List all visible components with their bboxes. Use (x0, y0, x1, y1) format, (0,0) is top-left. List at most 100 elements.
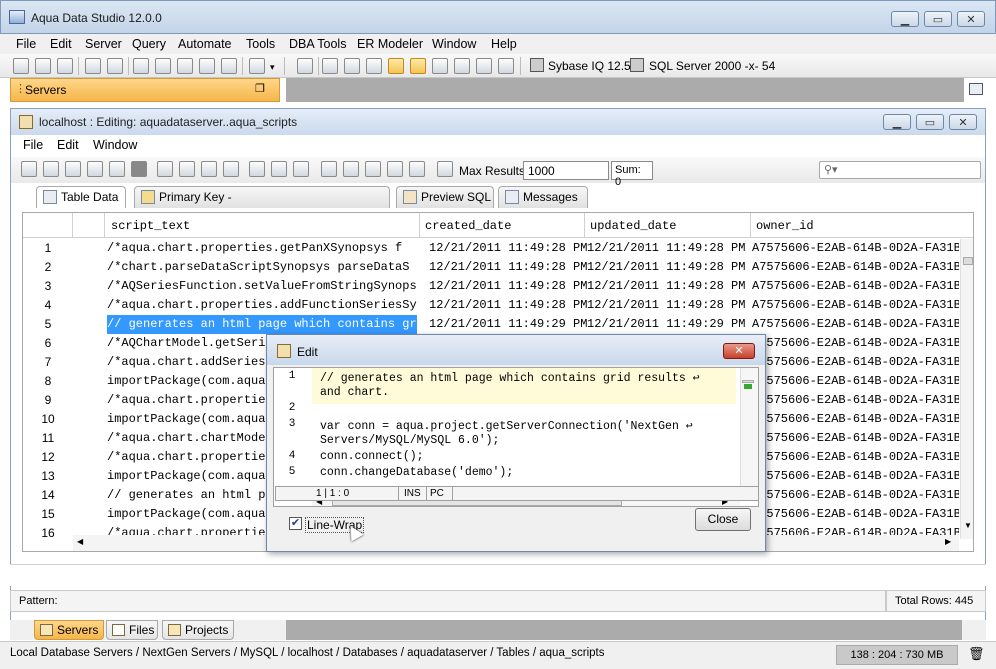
calendar-icon[interactable] (498, 58, 514, 74)
column-header-script-text[interactable]: script_text (111, 219, 190, 233)
tab-files[interactable]: Files (106, 620, 158, 640)
code-line[interactable]: Servers/MySQL/MySQL 6.0'); (320, 434, 499, 447)
query-window-icon[interactable] (85, 58, 101, 74)
connect-icon[interactable] (57, 58, 73, 74)
save-icon[interactable] (109, 161, 125, 177)
scroll-down-icon[interactable]: ▼ (964, 521, 972, 530)
cell-updated-date[interactable]: 12/21/2011 11:49:29 PM (587, 315, 750, 334)
cell-updated-date[interactable]: 12/21/2011 11:49:28 PM (587, 296, 750, 315)
cell-owner-id[interactable]: A7575606-E2AB-614B-0D2A-FA31B (752, 486, 959, 505)
column-header-created-date[interactable]: created_date (425, 219, 511, 233)
editor-scroll-thumb[interactable] (742, 380, 754, 383)
child-menu-window[interactable]: Window (93, 138, 137, 152)
chart-icon[interactable] (476, 58, 492, 74)
child-minimize-button[interactable]: ▁ (883, 114, 911, 130)
export-icon[interactable] (221, 58, 237, 74)
cell-script-text[interactable]: /*AQSeriesFunction.setValueFromStringSyn… (107, 277, 417, 296)
cell-owner-id[interactable]: A7575606-E2AB-614B-0D2A-FA31B (752, 410, 959, 429)
row-number[interactable]: 13 (23, 467, 73, 486)
row-number[interactable]: 16 (23, 524, 73, 543)
refresh-icon[interactable] (21, 161, 37, 177)
recent-db-2[interactable]: SQL Server 2000 -x- 54 (649, 59, 775, 73)
row-number[interactable]: 3 (23, 277, 73, 296)
cell-created-date[interactable]: 12/21/2011 11:49:28 PM (429, 296, 587, 315)
code-line[interactable]: var conn = aqua.project.getServerConnect… (320, 418, 693, 433)
row-number[interactable]: 5 (23, 315, 73, 334)
cell-owner-id[interactable]: A7575606-E2AB-614B-0D2A-FA31B (752, 239, 959, 258)
side-panel-icon[interactable] (966, 80, 986, 98)
layout-table-icon[interactable] (388, 58, 404, 74)
editor-vertical-scrollbar[interactable]: ▼ (740, 368, 758, 496)
close-button[interactable]: Close (695, 508, 751, 531)
memory-indicator[interactable]: 138 : 204 : 730 MB (836, 645, 958, 665)
tab-messages[interactable]: Messages (498, 186, 588, 208)
edit-row-icon[interactable] (223, 161, 239, 177)
cascade-icon[interactable] (366, 58, 382, 74)
minimize-button[interactable]: ▁ (891, 11, 919, 27)
cell-owner-id[interactable]: A7575606-E2AB-614B-0D2A-FA31B (752, 334, 959, 353)
cell-created-date[interactable]: 12/21/2011 11:49:29 PM (429, 315, 587, 334)
er-diagram-icon[interactable] (177, 58, 193, 74)
row-number[interactable]: 10 (23, 410, 73, 429)
vertical-scrollbar[interactable]: ▼ (960, 239, 973, 539)
properties-icon[interactable] (387, 161, 403, 177)
tab-preview-sql[interactable]: Preview SQL (396, 186, 494, 208)
cell-created-date[interactable]: 12/21/2011 11:49:28 PM (429, 258, 587, 277)
cell-owner-id[interactable]: A7575606-E2AB-614B-0D2A-FA31B (752, 391, 959, 410)
row-number[interactable]: 4 (23, 296, 73, 315)
restore-panel-icon[interactable]: ❐ (255, 82, 265, 95)
rollback-icon[interactable] (271, 161, 287, 177)
cell-owner-id[interactable]: A7575606-E2AB-614B-0D2A-FA31B (752, 467, 959, 486)
cell-owner-id[interactable]: A7575606-E2AB-614B-0D2A-FA31B (752, 315, 959, 334)
trash-icon[interactable]: 🗑 (968, 646, 985, 662)
stop-icon[interactable] (131, 161, 147, 177)
cell-owner-id[interactable]: A7575606-E2AB-614B-0D2A-FA31B (752, 448, 959, 467)
cell-script-text[interactable]: // generates an html page which contains… (107, 315, 417, 334)
menu-er-modeler[interactable]: ER Modeler (357, 34, 423, 54)
sort-icon[interactable] (343, 161, 359, 177)
cell-owner-id[interactable]: A7575606-E2AB-614B-0D2A-FA31B (752, 353, 959, 372)
code-line[interactable]: // generates an html page which contains… (320, 370, 700, 385)
close-button[interactable]: ✕ (957, 11, 985, 27)
compare-icon[interactable] (155, 58, 171, 74)
search-grid-icon[interactable] (365, 161, 381, 177)
layout-split-icon[interactable] (410, 58, 426, 74)
cell-owner-id[interactable]: A7575606-E2AB-614B-0D2A-FA31B (752, 277, 959, 296)
cell-created-date[interactable]: 12/21/2011 11:49:28 PM (429, 239, 587, 258)
table-row[interactable]: 5 // generates an html page which contain… (23, 315, 973, 334)
row-number[interactable]: 9 (23, 391, 73, 410)
code-line[interactable]: conn.changeDatabase('demo'); (320, 466, 513, 479)
tab-projects[interactable]: Projects (162, 620, 234, 640)
menu-file[interactable]: File (16, 34, 36, 54)
table-row[interactable]: 3 /*AQSeriesFunction.setValueFromStringSy… (23, 277, 973, 296)
table-row[interactable]: 2 /*chart.parseDataScriptSynopsys parseDa… (23, 258, 973, 277)
copy-icon[interactable] (321, 161, 337, 177)
scroll-right-icon[interactable]: ▶ (945, 537, 951, 546)
max-results-input[interactable]: 1000 (523, 161, 609, 180)
tab-servers[interactable]: Servers (34, 620, 104, 640)
menu-tools[interactable]: Tools (246, 34, 275, 54)
row-number[interactable]: 7 (23, 353, 73, 372)
menu-automate[interactable]: Automate (178, 34, 232, 54)
script-icon[interactable] (297, 58, 313, 74)
cell-script-text[interactable]: /*aqua.chart.properties.getPanXSynopsys … (107, 239, 417, 258)
linewrap-checkbox[interactable]: ✔ (289, 517, 302, 530)
tile-icon[interactable] (344, 58, 360, 74)
row-number[interactable]: 6 (23, 334, 73, 353)
menu-query[interactable]: Query (132, 34, 166, 54)
row-number[interactable]: 1 (23, 239, 73, 258)
menu-dba-tools[interactable]: DBA Tools (289, 34, 346, 54)
scroll-left-icon[interactable]: ◀ (77, 537, 83, 546)
tab-table-data[interactable]: Table Data (36, 186, 126, 208)
code-line[interactable]: conn.connect(); (320, 450, 424, 463)
cell-updated-date[interactable]: 12/21/2011 11:49:28 PM (587, 258, 750, 277)
code-line[interactable]: and chart. (320, 386, 389, 399)
cell-owner-id[interactable]: A7575606-E2AB-614B-0D2A-FA31B (752, 258, 959, 277)
cell-owner-id[interactable]: A7575606-E2AB-614B-0D2A-FA31B (752, 505, 959, 524)
cell-updated-date[interactable]: 12/21/2011 11:49:28 PM (587, 239, 750, 258)
child-menu-edit[interactable]: Edit (57, 138, 79, 152)
export-grid-icon[interactable] (409, 161, 425, 177)
row-number[interactable]: 14 (23, 486, 73, 505)
child-maximize-button[interactable]: ▭ (916, 114, 944, 130)
refresh-all-icon[interactable] (43, 161, 59, 177)
